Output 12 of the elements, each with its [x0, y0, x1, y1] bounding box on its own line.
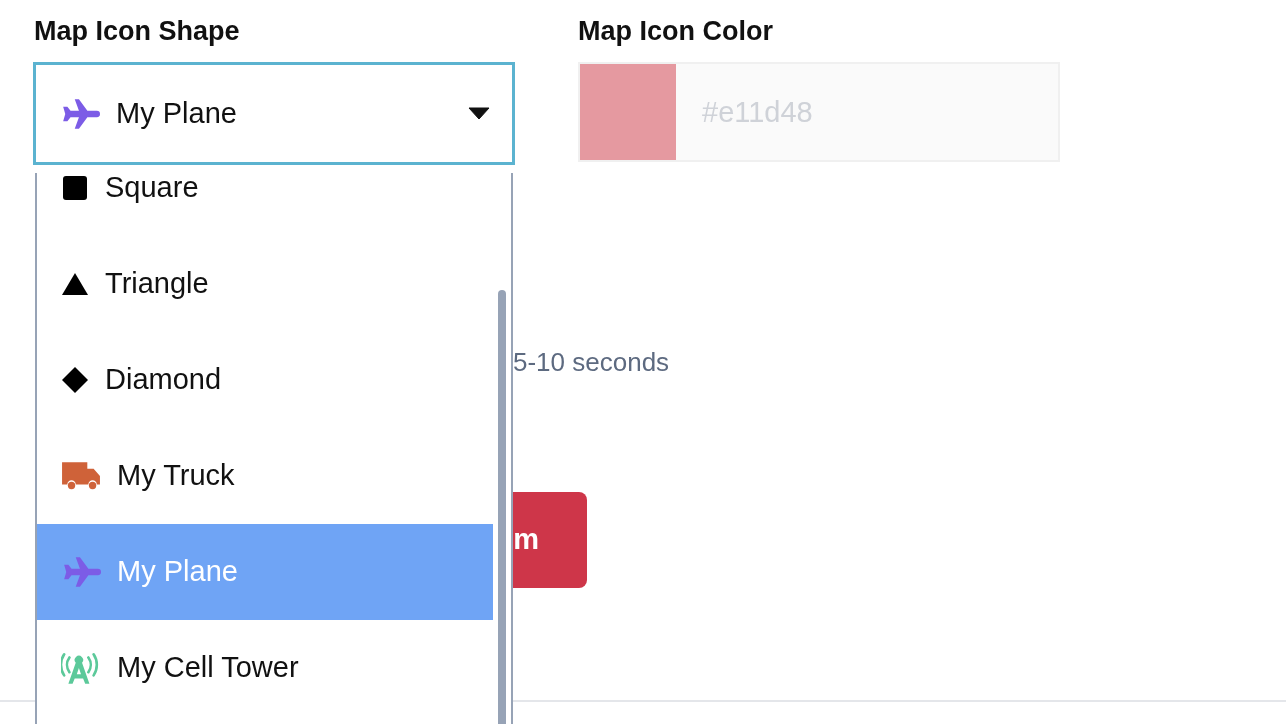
hint-text: 5-10 seconds: [513, 346, 670, 379]
field-label: Map Icon Shape: [34, 15, 241, 48]
dropdown-option[interactable]: Triangle: [37, 236, 493, 332]
field-label: Map Icon Color: [578, 15, 774, 48]
dropdown-option[interactable]: Square: [37, 173, 493, 236]
shape-select[interactable]: My Plane: [33, 62, 515, 166]
dropdown-option[interactable]: My Cell Tower: [37, 620, 493, 716]
scrollbar-thumb[interactable]: [498, 290, 506, 724]
plane-icon: [60, 96, 100, 131]
color-swatch[interactable]: [580, 64, 676, 161]
dropdown-option[interactable]: Diamond: [37, 332, 493, 428]
selected-value: My Plane: [116, 95, 237, 131]
